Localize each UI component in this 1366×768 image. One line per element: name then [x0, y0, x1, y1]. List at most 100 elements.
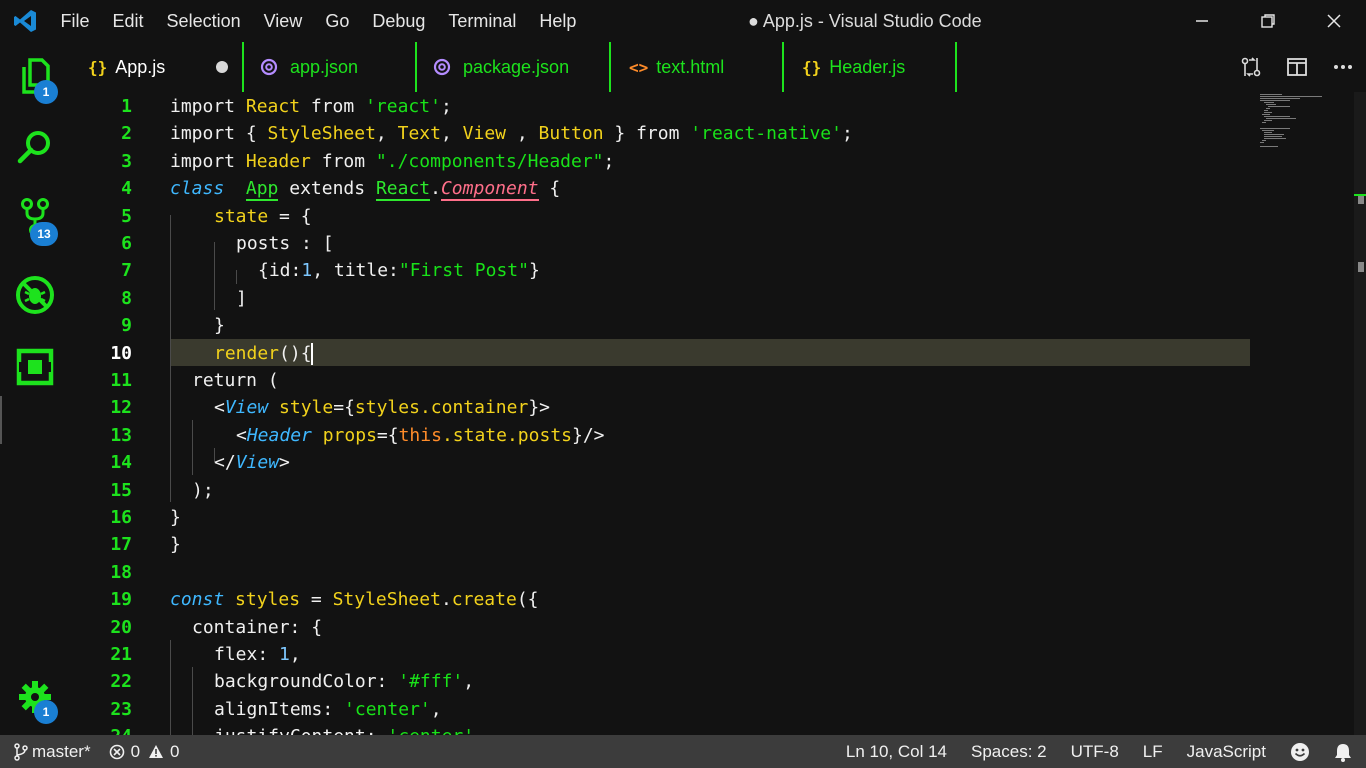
code-line: 21 flex: 1, [110, 644, 301, 665]
feedback-button[interactable] [1290, 742, 1310, 762]
notifications-button[interactable] [1334, 742, 1352, 762]
unsaved-dot-icon[interactable] [216, 61, 228, 73]
menu-edit[interactable]: Edit [101, 11, 155, 32]
search-icon [17, 131, 50, 164]
restore-button[interactable] [1255, 8, 1281, 34]
tab-label: App.js [115, 56, 166, 77]
scm-badge: 13 [30, 222, 58, 246]
tab-app-json[interactable]: app.json [244, 42, 417, 92]
tab-bar: {} App.js app.json package.json <> text.… [70, 42, 1366, 92]
encoding[interactable]: UTF-8 [1071, 742, 1119, 762]
activity-indicator [0, 396, 2, 444]
language-mode[interactable]: JavaScript [1187, 742, 1266, 762]
minimap[interactable] [1260, 92, 1348, 212]
code-line: 8] [121, 287, 247, 309]
menu-selection[interactable]: Selection [155, 11, 252, 32]
code-line: 23 alignItems: 'center', [110, 698, 442, 720]
code-line: 7 {id:1, title:"First Post"} [121, 260, 540, 282]
menu-view[interactable]: View [252, 11, 314, 32]
tab-app-js[interactable]: {} App.js [70, 42, 244, 92]
open-changes-button[interactable] [1228, 42, 1274, 92]
warning-icon [149, 744, 164, 758]
activity-bar: 1 13 1 [0, 42, 70, 735]
scrollbar-marker [1358, 262, 1364, 272]
menu-bar: File Edit Selection View Go Debug Termin… [49, 0, 588, 42]
more-actions-button[interactable] [1320, 42, 1366, 92]
tab-text-html[interactable]: <> text.html [611, 42, 784, 92]
branch-status[interactable]: master* [14, 742, 91, 762]
code-line: 24justifyContent: 'center', [70, 723, 1250, 735]
restore-icon [1261, 14, 1275, 28]
tab-header-js[interactable]: {} Header.js [784, 42, 957, 92]
code-line: 9} [121, 315, 225, 337]
code-line: 1 import React from 'react'; [121, 96, 452, 117]
tab-package-json[interactable]: package.json [417, 42, 611, 92]
js-file-icon: {} [802, 57, 822, 77]
code-line: 20 container: { [110, 616, 323, 638]
menu-debug[interactable]: Debug [361, 11, 437, 32]
js-file-icon: {} [88, 57, 108, 77]
split-editor-icon [1287, 58, 1307, 76]
warning-count: 0 [170, 741, 180, 761]
code-line: 15); [110, 479, 214, 501]
code-line: 2 import { StyleSheet, Text, View , Butto… [121, 123, 853, 145]
activity-extensions[interactable] [0, 332, 70, 402]
scrollbar-change-marker [1354, 194, 1366, 196]
code-line: 18 [110, 561, 132, 583]
code-line: 16} [110, 507, 181, 528]
code-line: 11 return ( [110, 370, 279, 391]
problems-status[interactable]: 0 0 [109, 742, 180, 762]
indentation[interactable]: Spaces: 2 [971, 742, 1047, 762]
cursor-position[interactable]: Ln 10, Col 14 [846, 742, 947, 762]
activity-explorer[interactable]: 1 [0, 42, 70, 112]
end-of-line[interactable]: LF [1143, 742, 1163, 762]
code-line: 22 backgroundColor: '#fff', [110, 671, 475, 693]
minimize-icon [1196, 20, 1208, 22]
code-line: 12 <View style={styles.container}> [110, 397, 550, 419]
menu-go[interactable]: Go [314, 11, 361, 32]
extensions-icon [16, 348, 54, 386]
settings-badge: 1 [34, 700, 58, 724]
code-line: 14 </View> [110, 452, 290, 474]
compare-changes-icon [1241, 57, 1261, 77]
tab-label: Header.js [829, 56, 906, 77]
code-line: 19 const styles = StyleSheet.create({ [110, 589, 539, 611]
branch-name: master* [32, 741, 91, 761]
code-line: 13 <Header props={this.state.posts}/> [110, 424, 605, 446]
activity-source-control[interactable]: 13 [0, 182, 70, 252]
activity-manage[interactable]: 1 [0, 662, 70, 732]
bell-icon [1335, 743, 1351, 762]
json-file-icon [260, 58, 278, 76]
code-line: 17} [110, 534, 181, 556]
close-button[interactable] [1321, 8, 1347, 34]
vscode-logo-icon [14, 10, 36, 32]
smiley-icon [1291, 742, 1309, 761]
close-icon [1327, 14, 1341, 28]
menu-terminal[interactable]: Terminal [437, 11, 528, 32]
split-editor-button[interactable] [1274, 42, 1320, 92]
error-icon [109, 744, 124, 759]
vertical-scrollbar[interactable] [1354, 92, 1366, 735]
menu-file[interactable]: File [49, 11, 101, 32]
ellipsis-icon [1334, 65, 1352, 69]
html-file-icon: <> [629, 57, 649, 77]
activity-debug[interactable] [0, 260, 70, 330]
code-editor[interactable]: 1 import React from 'react'; 2 import { St… [70, 92, 1366, 735]
menu-help[interactable]: Help [528, 11, 588, 32]
code-line: 6 posts : [ [121, 233, 334, 254]
minimize-button[interactable] [1189, 8, 1215, 34]
explorer-badge: 1 [34, 80, 58, 104]
json-file-icon [433, 58, 451, 76]
tab-label: package.json [463, 56, 570, 77]
tab-label: text.html [656, 56, 725, 77]
code-line: 3 import Header from "./components/Header… [121, 150, 615, 172]
window-title: ● App.js - Visual Studio Code [748, 11, 982, 31]
activity-search[interactable] [0, 112, 70, 182]
code-line: 5 state = { [121, 205, 312, 227]
title-bar: File Edit Selection View Go Debug Termin… [0, 0, 1366, 42]
status-bar: master* 0 0 Ln 10, Col 14 Spaces: 2 UTF-… [0, 735, 1366, 768]
text-cursor [310, 342, 313, 365]
error-count: 0 [130, 741, 141, 761]
editor-actions [1228, 42, 1366, 92]
code-line-current: 10 render(){ [110, 342, 313, 365]
